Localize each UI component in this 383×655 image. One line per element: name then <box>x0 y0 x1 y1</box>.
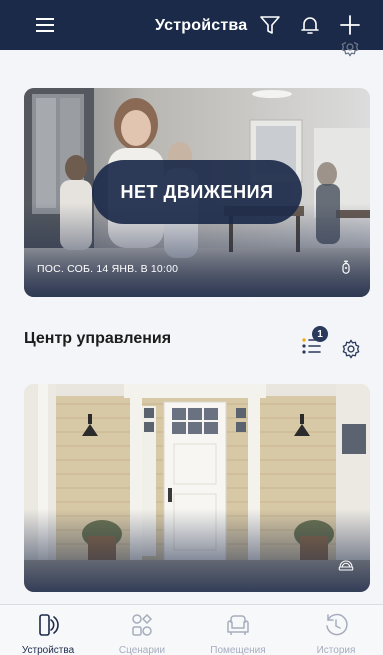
tab-history[interactable]: История <box>296 609 376 655</box>
tab-devices[interactable]: Устройства <box>8 609 88 655</box>
devices-icon <box>39 614 59 636</box>
tab-label: История <box>316 645 356 655</box>
menu-icon[interactable] <box>36 14 54 36</box>
control-hub-card[interactable] <box>24 384 370 592</box>
tab-rooms[interactable]: Помещения <box>198 609 278 655</box>
settings-gear-icon[interactable] <box>340 338 362 360</box>
motion-status-overlay: НЕТ ДВИЖЕНИЯ <box>92 160 302 224</box>
camera-card[interactable]: НЕТ ДВИЖЕНИЯ ПОС. СОБ. 14 ЯНВ. В 10:00 <box>24 88 370 297</box>
settings-gear-icon[interactable] <box>339 42 361 62</box>
notification-count-badge: 1 <box>312 326 328 342</box>
tab-label: Сценарии <box>118 645 166 655</box>
hub-snapshot <box>24 384 370 592</box>
camera-device-icon <box>342 260 350 274</box>
rooms-icon <box>227 615 249 635</box>
notifications-list-button[interactable]: 1 <box>300 326 328 358</box>
last-event-label: ПОС. СОБ. 14 ЯНВ. В 10:00 <box>37 263 179 275</box>
history-icon <box>326 613 348 636</box>
scenarios-icon <box>132 613 153 636</box>
add-icon[interactable] <box>338 13 362 37</box>
hub-device-icon <box>338 560 354 571</box>
top-bar: Устройства <box>0 0 383 50</box>
tab-scenarios[interactable]: Сценарии <box>102 609 182 655</box>
section-title: Центр управления <box>24 330 172 347</box>
filter-icon[interactable] <box>258 13 282 37</box>
tab-label: Устройства <box>21 645 75 655</box>
bottom-tab-bar: Устройства Сценарии Помещения История <box>0 604 383 655</box>
bell-icon[interactable] <box>298 13 322 37</box>
tab-label: Помещения <box>210 645 266 655</box>
page-title: Устройства <box>155 17 248 34</box>
